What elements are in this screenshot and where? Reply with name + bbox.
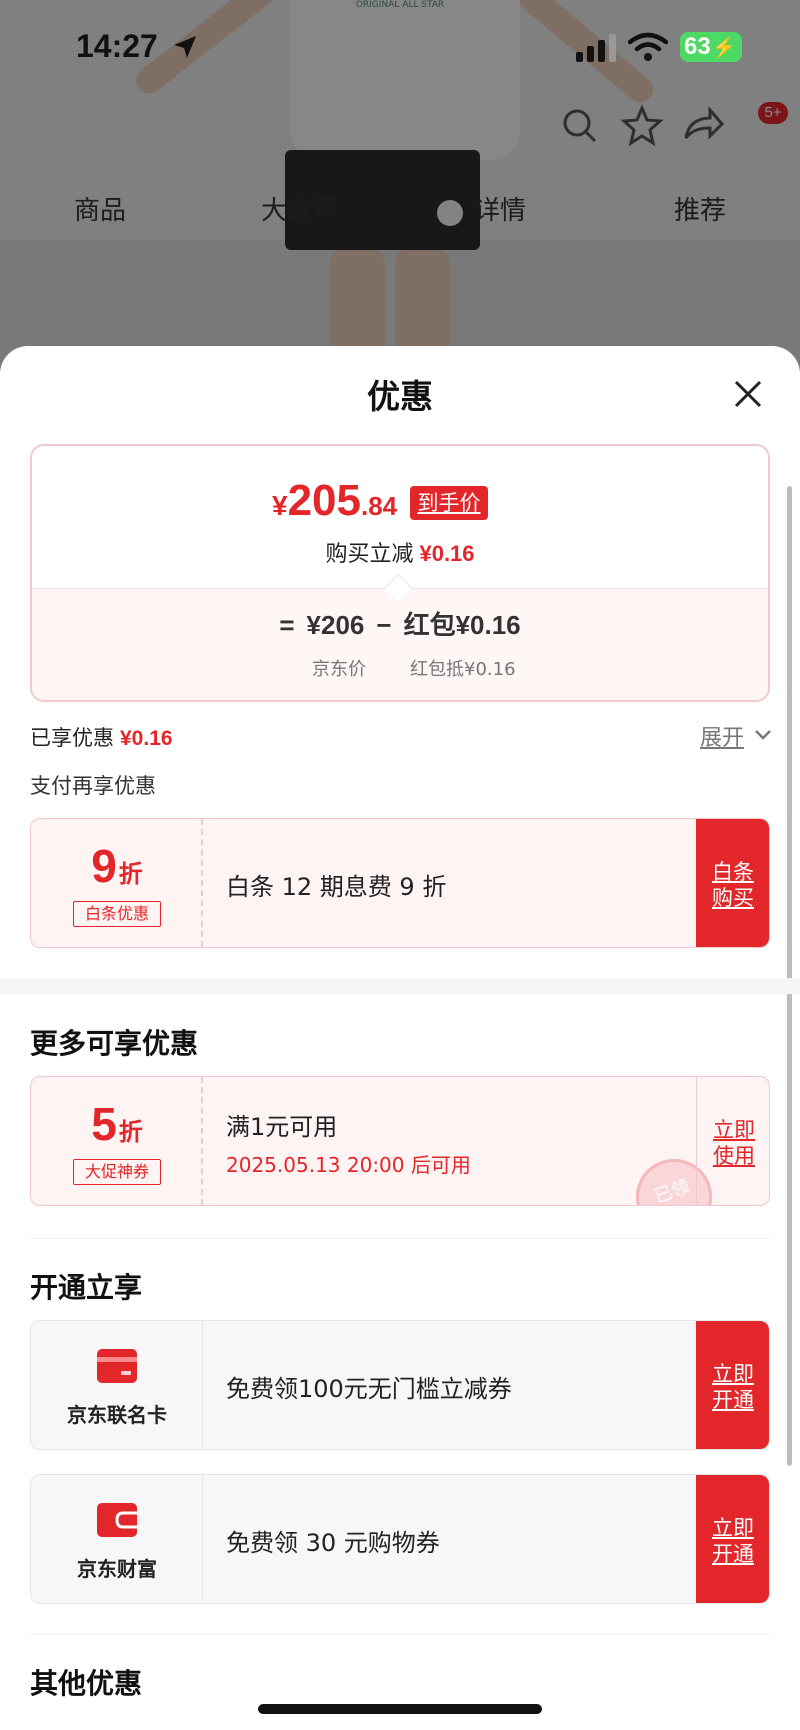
close-icon[interactable] [730,376,766,412]
promo-coupon: 5折 大促神券 满1元可用 2025.05.13 20:00 后可用 已领 立即… [30,1076,770,1206]
enjoyed-label: 已享优惠 [30,726,114,750]
final-price-tag: 到手价 [410,486,488,520]
discount-sheet: 优惠 ¥205.84 到手价 购买立减 ¥0.16 = ¥206− 红包¥0.16 京… [0,346,800,1730]
home-indicator[interactable] [258,1704,542,1714]
open-now-label: 立即 开通 [712,1362,754,1412]
baitiao-coupon: 9折 白条优惠 白条 12 期息费 9 折 白条 购买 [30,818,770,948]
discount-unit: 折 [118,1118,143,1146]
coupon-valid-time: 2025.05.13 20:00 后可用 [226,1153,471,1177]
open-item-text: 免费领100元无门槛立减券 [226,1375,512,1403]
divider-line [30,1634,770,1635]
formula-equals: = [279,610,295,640]
use-now-label: 立即 使用 [713,1118,755,1168]
more-discounts-title: 更多可享优惠 [30,1027,199,1060]
open-item-text: 免费领 30 元购物券 [226,1529,440,1557]
price-card: ¥205.84 到手价 购买立减 ¥0.16 = ¥206− 红包¥0.16 京东价 … [30,444,770,702]
coupon-tag: 白条优惠 [73,901,161,927]
price-summary: ¥205.84 到手价 购买立减 ¥0.16 [32,446,768,586]
baitiao-buy-button[interactable]: 白条 购买 [696,819,769,947]
signal-icon [576,34,616,62]
price-currency: ¥ [272,490,288,521]
charging-bolt-icon: ⚡ [711,36,737,59]
formula-deduct: 红包¥0.16 [403,610,521,640]
open-item-wealth: 京东财富 免费领 30 元购物券 立即 开通 [30,1474,770,1604]
open-item-label: 京东财富 [77,1557,157,1581]
enjoyed-discount: 已享优惠 ¥0.16 [30,722,173,752]
chevron-down-icon[interactable] [754,728,772,742]
wallet-icon [97,1503,137,1537]
open-item-label: 京东联名卡 [67,1403,167,1427]
reduce-value: ¥0.16 [419,541,475,566]
open-item-left: 京东联名卡 [31,1321,203,1449]
baitiao-buy-label: 白条 购买 [712,860,754,910]
open-now-label: 立即 开通 [712,1516,754,1566]
battery-indicator: 63 ⚡ [680,32,742,62]
coupon-discount: 5折 [31,1097,203,1151]
pay-more-label: 支付再享优惠 [30,774,156,798]
formula-minus: − [376,610,392,640]
discount-number: 5 [91,1098,117,1150]
divider-line [30,1238,770,1239]
final-price: ¥205.84 [272,476,397,526]
sheet-title: 优惠 [367,377,433,416]
open-now-button[interactable]: 立即 开通 [696,1475,769,1603]
discount-number: 9 [91,840,117,892]
discount-unit: 折 [118,860,143,888]
enjoyed-value: ¥0.16 [120,727,173,750]
coupon-discount-area: 5折 大促神券 [31,1077,203,1205]
reduce-label: 购买立减 [325,542,414,567]
location-arrow-icon [174,36,196,58]
base-caption: 京东价 [312,659,366,680]
card-icon [97,1349,137,1383]
expand-button[interactable]: 展开 [700,720,744,752]
use-now-button[interactable]: 立即 使用 [696,1077,769,1205]
price-formula: = ¥206− 红包¥0.16 [32,605,768,642]
battery-level: 63 [684,33,711,60]
status-bar: 14:27 63 ⚡ [0,0,800,96]
price-decimal: .84 [361,491,398,521]
open-item-left: 京东财富 [31,1475,203,1603]
coupon-description: 白条 12 期息费 9 折 [226,873,447,901]
section-divider [0,978,800,994]
other-discounts-title: 其他优惠 [30,1667,143,1700]
status-time: 14:27 [76,28,158,64]
price-integer: 205 [287,476,361,525]
coupon-discount-area: 9折 白条优惠 [31,819,203,947]
price-breakdown: = ¥206− 红包¥0.16 京东价 红包抵¥0.16 [32,588,768,700]
open-item-card: 京东联名卡 免费领100元无门槛立减券 立即 开通 [30,1320,770,1450]
open-now-button[interactable]: 立即 开通 [696,1321,769,1449]
coupon-discount: 9折 [31,839,203,893]
coupon-tag: 大促神券 [73,1159,161,1185]
open-benefits-title: 开通立享 [30,1271,143,1304]
wifi-icon [628,32,668,61]
scrollbar[interactable] [787,486,792,1466]
deduct-caption: 红包抵¥0.16 [410,659,516,680]
coupon-condition: 满1元可用 [226,1113,338,1141]
formula-base: ¥206 [306,610,365,640]
instant-reduce: 购买立减 ¥0.16 [32,536,768,568]
